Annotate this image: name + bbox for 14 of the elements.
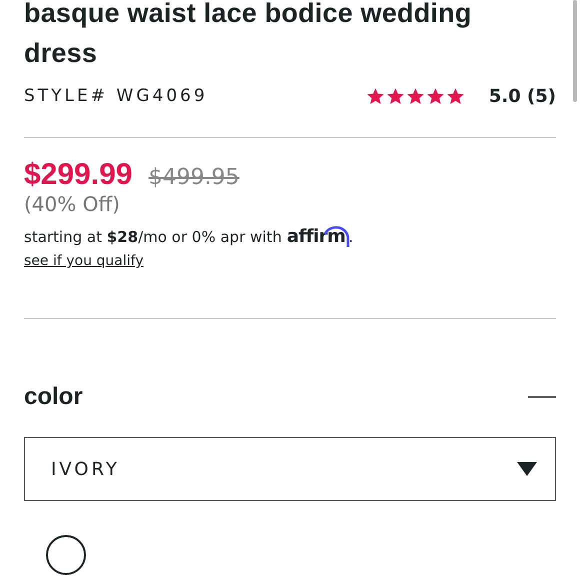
sale-price: $299.99 [24,158,132,192]
qualify-link[interactable]: see if you qualify [24,253,144,269]
original-price: $499.95 [148,165,240,190]
style-number: STYLE# WG4069 [24,86,208,106]
color-swatch[interactable] [46,535,86,575]
product-title: basque waist lace bodice wedding dress [24,0,473,70]
color-dropdown[interactable]: IVORY [24,437,556,501]
section-heading: color [24,383,83,411]
financing-text: starting at $28/mo or 0% apr with [24,228,282,246]
rating-score[interactable]: 5.0 (5) [488,86,556,106]
caret-icon [517,462,537,476]
discount-text: (40% Off) [24,192,121,216]
financing-period: . [348,228,354,246]
affirm-logo: affirm [286,226,348,247]
